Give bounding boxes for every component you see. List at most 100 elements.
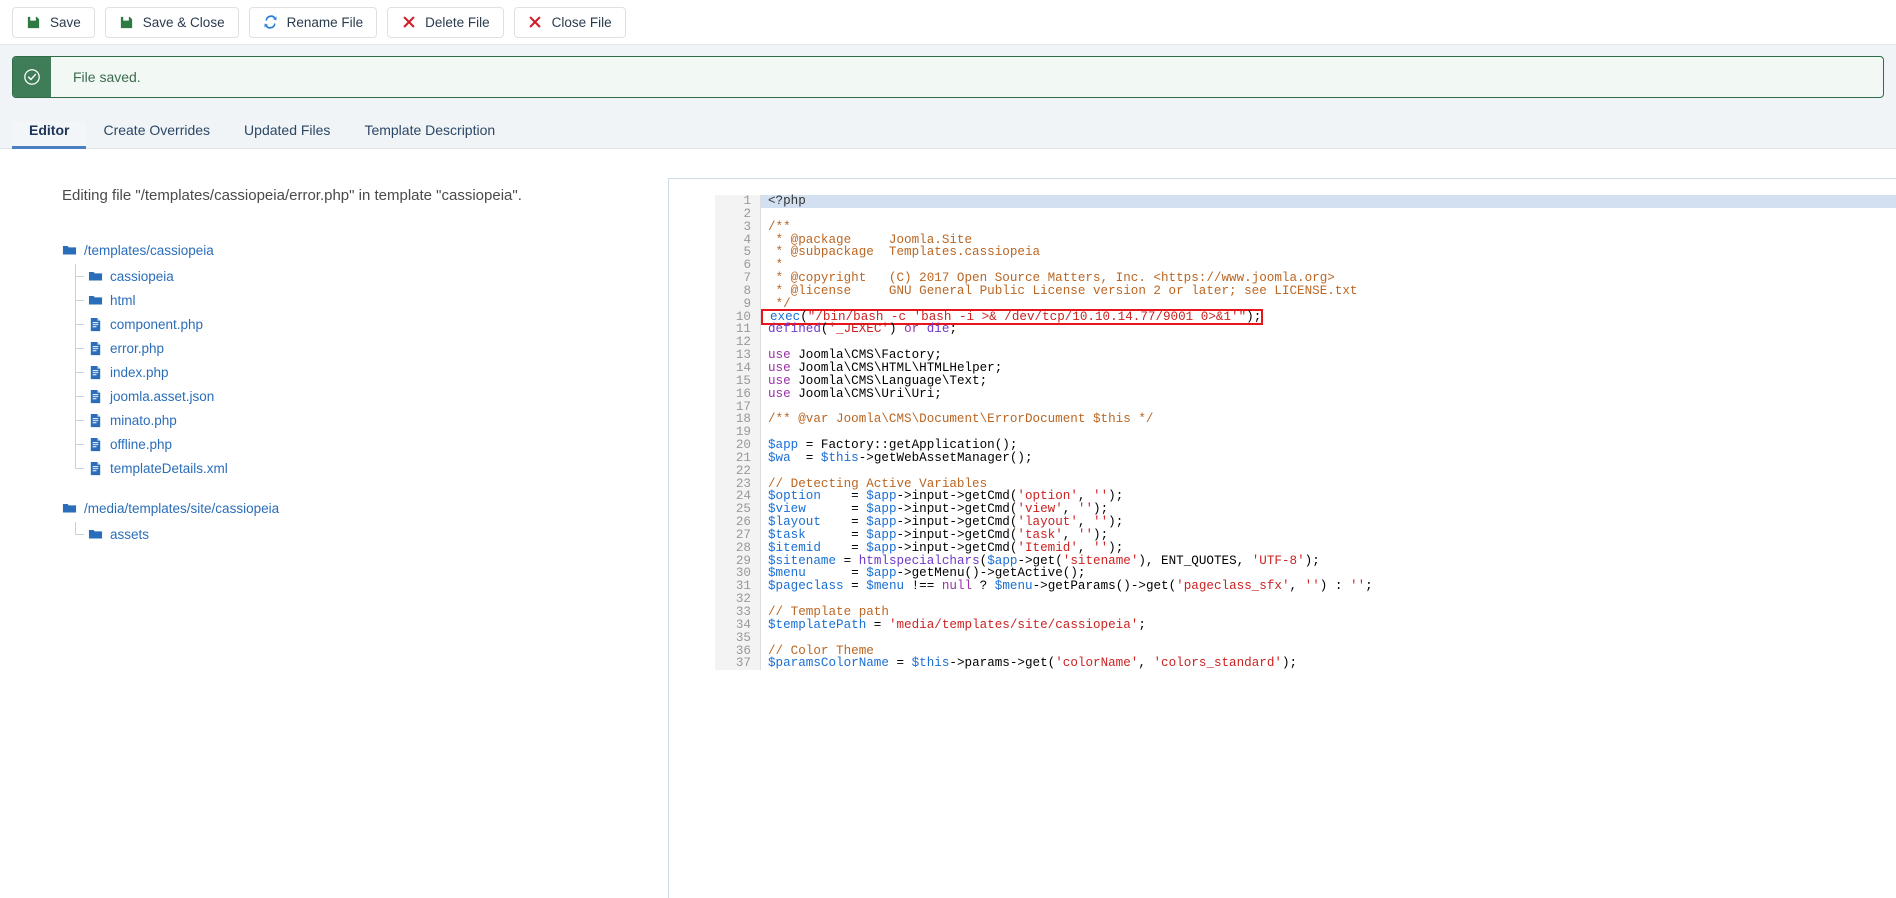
delete-file-button[interactable]: Delete File <box>387 6 504 38</box>
tree-item-component-php[interactable]: component.php <box>75 312 668 336</box>
rename-icon <box>263 15 278 30</box>
tree-label: index.php <box>110 364 169 380</box>
rename-file-button[interactable]: Rename File <box>248 6 378 38</box>
line-number-gutter: 1 2 3 4 5 6 7 8 9 10 11 12 13 14 15 16 17 18 19 20 21 22 23 24 2… <box>715 194 761 671</box>
delete-icon <box>401 15 416 30</box>
tree-label: /templates/cassiopeia <box>84 242 214 258</box>
save-close-icon <box>119 15 134 30</box>
code-area[interactable]: 1 2 3 4 5 6 7 8 9 10 11 12 13 14 15 16 17 18 19 20 21 22 23 24 2… <box>715 194 1896 671</box>
save-and-close-button[interactable]: Save & Close <box>104 6 239 38</box>
rename-file-button-label: Rename File <box>286 14 364 30</box>
tab-editor[interactable]: Editor <box>12 122 87 149</box>
success-alert: File saved. <box>12 56 1884 98</box>
code-editor[interactable]: 1 2 3 4 5 6 7 8 9 10 11 12 13 14 15 16 17 18 19 20 21 22 23 24 2… <box>668 178 1896 898</box>
tree-label: html <box>110 292 136 308</box>
file-icon <box>88 317 103 332</box>
code-line[interactable]: * @license GNU General Public License ve… <box>768 284 1896 298</box>
code-line[interactable]: use Joomla\CMS\Uri\Uri; <box>768 387 1896 401</box>
file-icon <box>88 341 103 356</box>
code-line[interactable]: $templatePath = 'media/templates/site/ca… <box>768 618 1896 632</box>
line-number: 22 <box>735 463 751 478</box>
line-number: 3 <box>743 219 751 234</box>
file-icon <box>88 461 103 476</box>
editing-file-notice: Editing file "/templates/cassiopeia/erro… <box>62 187 522 204</box>
line-number: 33 <box>735 605 751 619</box>
close-file-button[interactable]: Close File <box>513 6 626 38</box>
line-number: 27 <box>735 527 751 542</box>
tree-root-templates-cassiopeia[interactable]: /templates/cassiopeia <box>62 238 668 262</box>
tab-create-overrides[interactable]: Create Overrides <box>86 122 227 148</box>
tab-updated-files[interactable]: Updated Files <box>227 122 347 148</box>
line-number: 2 <box>743 206 751 221</box>
line-number: 1 <box>743 194 751 208</box>
code-content[interactable]: <?php /** * @package Joomla.Site * @subp… <box>761 195 1896 670</box>
file-icon <box>88 389 103 404</box>
file-icon <box>88 437 103 452</box>
close-icon <box>528 15 543 30</box>
check-circle-icon <box>13 57 51 97</box>
tree-label: templateDetails.xml <box>110 460 228 476</box>
folder-icon <box>88 269 103 284</box>
code-line[interactable]: /** @var Joomla\CMS\Document\ErrorDocume… <box>768 413 1896 426</box>
delete-file-button-label: Delete File <box>425 14 490 30</box>
tree-label: offline.php <box>110 436 173 452</box>
tree-item-html[interactable]: html <box>75 288 668 312</box>
tree-root-media-templates-site-cassiopeia[interactable]: /media/templates/site/cassiopeia <box>62 496 668 520</box>
code-line[interactable]: $layout = $app->input->getCmd('layout', … <box>768 516 1896 529</box>
folder-icon <box>88 293 103 308</box>
alert-container: File saved. <box>0 45 1896 98</box>
file-icon <box>88 365 103 380</box>
file-tree-pane: Editing file "/templates/cassiopeia/erro… <box>0 149 668 898</box>
tab-template-description[interactable]: Template Description <box>347 122 512 148</box>
line-number: 8 <box>743 283 751 298</box>
code-line[interactable] <box>768 208 1896 221</box>
tab-bar: Editor Create Overrides Updated Files Te… <box>0 113 1896 149</box>
tree-label: joomla.asset.json <box>110 388 215 404</box>
tree-item-error-php[interactable]: error.php <box>75 336 668 360</box>
tree-item-index-php[interactable]: index.php <box>75 360 668 384</box>
code-line[interactable] <box>768 632 1896 645</box>
tree-label: /media/templates/site/cassiopeia <box>84 500 280 516</box>
tree-children-group-2: assets <box>62 522 668 546</box>
tree-label: cassiopeia <box>110 268 174 284</box>
code-line[interactable]: $task = $app->input->getCmd('task', ''); <box>768 529 1896 542</box>
folder-icon <box>62 243 77 258</box>
tree-item-joomla-asset-json[interactable]: joomla.asset.json <box>75 384 668 408</box>
code-line[interactable]: $app = Factory::getApplication(); <box>768 439 1896 452</box>
tree-item-assets[interactable]: assets <box>75 522 668 546</box>
tree-item-offline-php[interactable]: offline.php <box>75 432 668 456</box>
code-line[interactable] <box>768 593 1896 606</box>
alert-message: File saved. <box>73 69 141 85</box>
line-number: 9 <box>743 296 751 311</box>
code-line[interactable]: $pageclass = $menu !== null ? $menu->get… <box>768 580 1896 593</box>
line-number: 21 <box>735 450 751 465</box>
code-line[interactable]: $paramsColorName = $this->params->get('c… <box>768 657 1896 670</box>
code-line[interactable]: use Joomla\CMS\HTML\HTMLHelper; <box>768 362 1896 375</box>
close-file-button-label: Close File <box>551 14 612 30</box>
code-line[interactable]: defined('_JEXEC') or die; <box>768 323 1896 336</box>
code-line[interactable]: use Joomla\CMS\Language\Text; <box>768 374 1896 388</box>
save-button-label: Save <box>50 14 81 30</box>
tree-separator <box>62 482 668 496</box>
folder-icon <box>88 527 103 542</box>
save-and-close-button-label: Save & Close <box>142 14 225 30</box>
save-icon <box>26 15 41 30</box>
tree-children-group-1: cassiopeia html component.php error.php … <box>62 264 668 480</box>
line-number: 37 <box>735 656 751 671</box>
tree-item-minato-php[interactable]: minato.php <box>75 408 668 432</box>
save-button[interactable]: Save <box>12 6 95 38</box>
main-content: Editing file "/templates/cassiopeia/erro… <box>0 149 1896 898</box>
line-number: 28 <box>735 540 751 555</box>
line-number: 15 <box>735 373 751 388</box>
code-editor-pane: 1 2 3 4 5 6 7 8 9 10 11 12 13 14 15 16 17 18 19 20 21 22 23 24 2… <box>668 149 1896 898</box>
line-number: 20 <box>735 438 751 453</box>
code-line[interactable]: <?php <box>761 195 1896 208</box>
tree-item-templatedetails-xml[interactable]: templateDetails.xml <box>75 456 668 480</box>
tree-item-cassiopeia[interactable]: cassiopeia <box>75 264 668 288</box>
code-line[interactable]: * @subpackage Templates.cassiopeia <box>768 246 1896 259</box>
line-number: 14 <box>735 360 751 375</box>
file-tree: /templates/cassiopeia cassiopeia html co… <box>62 238 668 546</box>
file-icon <box>88 413 103 428</box>
code-line[interactable]: $wa = $this->getWebAssetManager(); <box>768 451 1896 465</box>
tree-label: assets <box>110 526 150 542</box>
